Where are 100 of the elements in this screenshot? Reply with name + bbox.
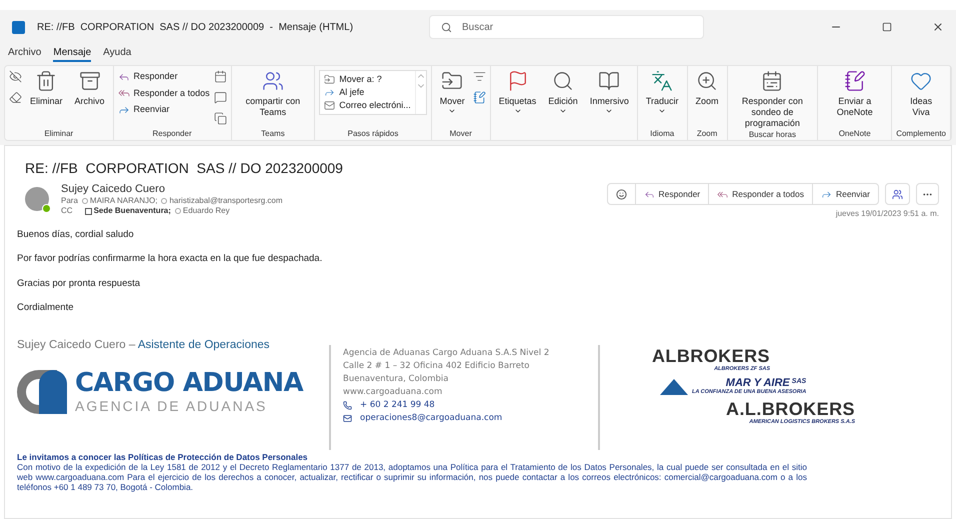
quick-step[interactable]: Mover a: ? bbox=[324, 73, 411, 86]
partner-logo-text: A.L.BROKERS bbox=[726, 400, 855, 419]
ribbon-icon-button[interactable] bbox=[9, 91, 22, 104]
crossed-eye-icon bbox=[9, 70, 22, 83]
notebook-icon bbox=[844, 70, 866, 92]
address-line: www.cargoaduana.com bbox=[343, 386, 444, 399]
maximize-icon[interactable] bbox=[882, 22, 892, 32]
archive-box-icon bbox=[78, 70, 101, 92]
ribbon-icon-button[interactable] bbox=[214, 70, 227, 83]
recipient[interactable]: haristizabal@transportesrg.com bbox=[169, 196, 283, 206]
ribbon-button[interactable]: Responder bbox=[118, 70, 210, 84]
recipient[interactable]: MAIRA NARANJO; bbox=[90, 196, 158, 206]
ribbon-group-label: Teams bbox=[260, 128, 286, 140]
quick-step[interactable]: Al jefe bbox=[324, 86, 411, 99]
partner-logo-text: ALBROKERS bbox=[652, 347, 770, 366]
book-icon bbox=[598, 70, 620, 92]
trash-icon bbox=[35, 70, 58, 92]
recipient[interactable]: Eduardo Rey bbox=[182, 206, 230, 216]
heart-icon bbox=[910, 70, 932, 92]
body-paragraph: Gracias por pronta respuesta bbox=[17, 276, 142, 290]
calendar-icon bbox=[214, 70, 227, 83]
ribbon-button[interactable]: Mover bbox=[436, 66, 469, 115]
menu-tab[interactable]: Ayuda bbox=[103, 45, 132, 62]
quick-step[interactable]: Correo electróni... bbox=[324, 99, 411, 112]
people-icon bbox=[262, 70, 284, 92]
partner-logo-text: MAR Y AIRE $^{SAS}$ bbox=[726, 377, 806, 389]
ribbon-group-label: Pasos rápidos bbox=[346, 128, 400, 140]
action-button[interactable]: Responder bbox=[636, 184, 710, 204]
avatar bbox=[25, 187, 49, 211]
address-line: Calle 2 # 1 – 32 Oficina 402 Edificio Barreto bbox=[343, 360, 530, 373]
signature-dash: – bbox=[128, 339, 136, 351]
phone-number: + 60 2 241 99 48 bbox=[360, 399, 435, 412]
ribbon-button[interactable]: Ideas Viva bbox=[896, 66, 946, 118]
ribbon-icon-button[interactable] bbox=[472, 70, 486, 83]
people-icon bbox=[892, 188, 903, 200]
folder-arrow-icon bbox=[324, 74, 336, 85]
privacy-title: Le invitamos a conocer las Políticas de Protección de Datos Personales bbox=[17, 452, 309, 462]
action-button[interactable]: Responder a todos bbox=[709, 184, 813, 204]
window-title: RE: //FB CORPORATION SAS // DO 2023200009 - Mensaje (HTML) bbox=[37, 20, 354, 34]
ribbon-group-label: OneNote bbox=[838, 128, 872, 140]
ribbon-button[interactable]: Zoom bbox=[692, 66, 723, 107]
sender-name: Sujey Caicedo Cuero bbox=[61, 183, 166, 196]
ribbon-group-label: Eliminar bbox=[43, 128, 74, 140]
phone-icon bbox=[343, 401, 352, 410]
envelope-icon bbox=[324, 100, 336, 111]
message-date: jueves 19/01/2023 9:51 a. m. bbox=[836, 208, 939, 220]
translate-icon bbox=[651, 70, 674, 92]
close-icon[interactable] bbox=[932, 21, 944, 33]
logo-text: CARGO ADUANA bbox=[75, 368, 303, 398]
zoom-icon bbox=[696, 70, 718, 92]
recipient[interactable]: Sede Buenaventura; bbox=[94, 206, 171, 216]
ribbon-group-label: Complemento bbox=[896, 128, 946, 140]
message-subject: RE: //FB CORPORATION SAS // DO 2023200009 bbox=[25, 159, 343, 178]
folder-arrow-icon bbox=[441, 70, 464, 92]
ribbon-button[interactable]: Inmersivo bbox=[586, 66, 633, 115]
ribbon-icon-button[interactable] bbox=[472, 91, 486, 104]
calendar-chart-icon bbox=[761, 70, 784, 92]
ribbon-group-label: Zoom bbox=[696, 128, 718, 140]
to-label: Para bbox=[61, 196, 78, 206]
signature-name: Sujey Caicedo Cuero bbox=[17, 339, 126, 351]
mountain-logo-icon bbox=[660, 378, 688, 394]
email-address[interactable]: operaciones8@cargoaduana.com bbox=[360, 412, 502, 425]
signature-role: Asistente de Operaciones bbox=[138, 339, 270, 351]
ribbon-button[interactable]: Responder a todos bbox=[118, 86, 210, 100]
ribbon-button[interactable]: Archivo bbox=[70, 66, 109, 107]
smile-icon bbox=[616, 188, 627, 200]
cc-label: CC bbox=[61, 206, 73, 216]
ribbon-group-label: Idioma bbox=[649, 128, 676, 140]
body-paragraph: Por favor podrías confirmarme la hora exacta en la que fue despachada. bbox=[17, 252, 324, 266]
ribbon-button[interactable]: Edición bbox=[544, 66, 582, 115]
body-paragraph: Cordialmente bbox=[17, 300, 74, 315]
body-paragraph: Buenos días, cordial saludo bbox=[17, 228, 135, 242]
ribbon-icon-button[interactable] bbox=[9, 70, 22, 83]
arrow-icon bbox=[324, 87, 336, 98]
ribbon-icon-button[interactable] bbox=[214, 91, 227, 104]
mail-icon bbox=[343, 414, 352, 423]
search-icon bbox=[441, 22, 452, 32]
list-icon bbox=[472, 70, 486, 83]
ribbon-button[interactable]: Etiquetas bbox=[494, 66, 540, 115]
ribbon-button[interactable]: compartir con Teams bbox=[236, 66, 310, 118]
ribbon-button[interactable]: Responder con sondeo de programación bbox=[732, 66, 814, 129]
teams-button[interactable] bbox=[885, 183, 910, 205]
ribbon-button[interactable]: Eliminar bbox=[26, 66, 67, 107]
ribbon-group-label: Responder bbox=[151, 128, 193, 140]
presence-icon bbox=[161, 198, 168, 204]
menu-tab[interactable]: Archivo bbox=[8, 45, 42, 62]
outlook-logo-icon bbox=[12, 20, 25, 34]
ribbon-group-label: Mover bbox=[448, 128, 473, 140]
search-field[interactable]: Buscar bbox=[429, 15, 704, 39]
ribbon-button[interactable]: Reenviar bbox=[118, 103, 210, 116]
logo-subtitle: AGENCIA DE ADUANAS bbox=[75, 398, 268, 414]
action-button[interactable]: Reenviar bbox=[812, 184, 878, 204]
search-icon bbox=[552, 70, 574, 92]
notebook-icon bbox=[472, 91, 486, 104]
ribbon-button[interactable]: Traducir bbox=[642, 66, 683, 115]
copy-icon bbox=[214, 112, 227, 125]
ribbon-button[interactable]: Enviar a OneNote bbox=[822, 66, 888, 118]
expand-group-icon[interactable] bbox=[84, 208, 92, 214]
presence-icon bbox=[174, 208, 181, 214]
ribbon-icon-button[interactable] bbox=[214, 112, 227, 125]
